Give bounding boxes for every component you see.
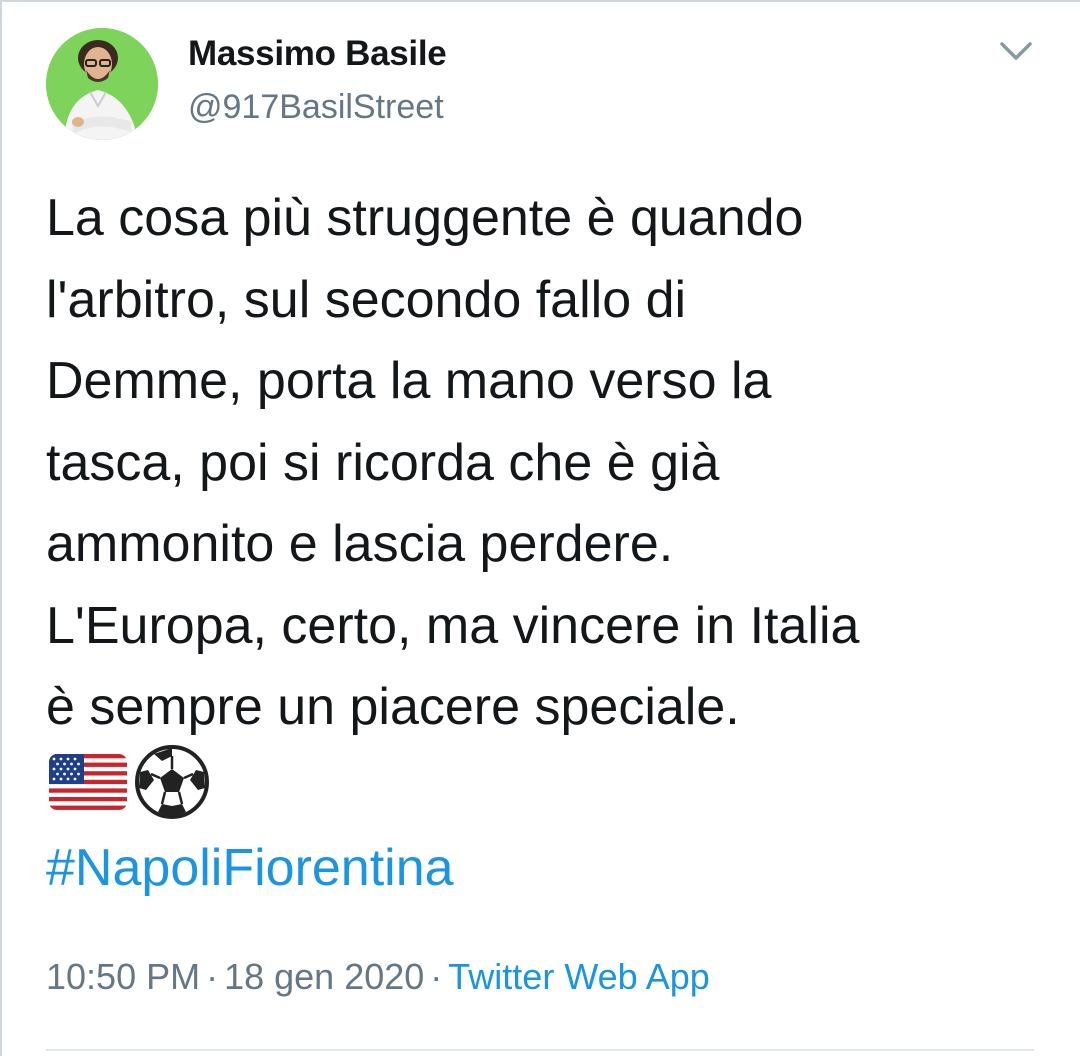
tweet-date[interactable]: 18 gen 2020 <box>224 956 424 997</box>
user-handle[interactable]: @917BasilStreet <box>188 88 444 127</box>
tweet-text-line: La cosa più struggente è quando <box>46 189 804 247</box>
tweet-metadata: 10:50 PM · 18 gen 2020 · Twitter Web App <box>46 956 710 998</box>
separator: · <box>206 956 219 997</box>
chevron-down-icon[interactable] <box>996 34 1036 66</box>
tweet-text-line: L'Europa, certo, ma vincere in Italia <box>46 596 860 655</box>
profile-photo-icon <box>46 28 158 140</box>
tweet-text-line: ammonito e lascia perdere. <box>46 515 674 573</box>
tweet-text: La cosa più struggente è quando l'arbitr… <box>46 178 1056 749</box>
hashtag-link[interactable]: #NapoliFiorentina <box>46 838 454 898</box>
divider <box>46 1049 1034 1051</box>
avatar[interactable] <box>46 28 158 140</box>
separator: · <box>430 956 443 997</box>
display-name[interactable]: Massimo Basile <box>188 34 447 74</box>
us-flag-icon <box>48 752 128 817</box>
tweet-text-line: è sempre un piacere speciale. <box>46 678 740 736</box>
tweet-text-line: tasca, poi si ricorda che è già <box>46 433 720 492</box>
tweet-text-line: l'arbitro, sul secondo fallo di <box>46 270 687 329</box>
tweet-text-line: Demme, porta la mano verso la <box>46 352 772 410</box>
tweet-time[interactable]: 10:50 PM <box>46 956 200 997</box>
soccer-ball-icon <box>132 742 212 827</box>
emoji-row <box>48 744 212 824</box>
source-link[interactable]: Twitter Web App <box>448 956 709 997</box>
